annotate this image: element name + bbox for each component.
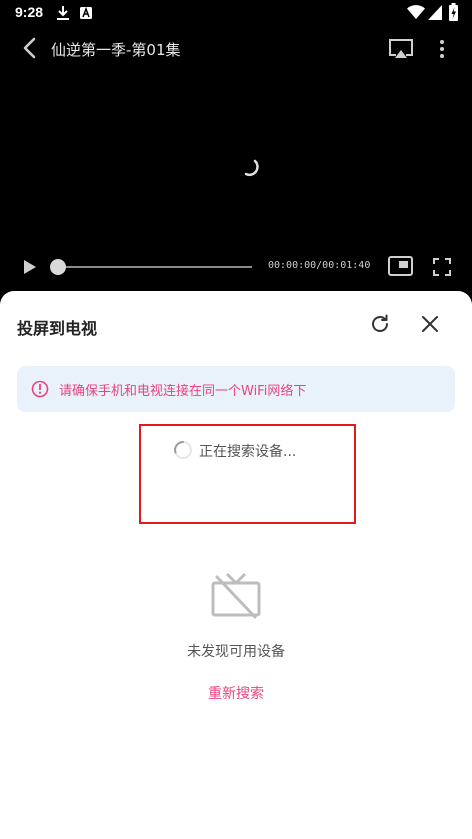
picture-in-picture-icon[interactable] (388, 255, 413, 277)
play-icon[interactable] (20, 258, 38, 276)
status-bar: 9:28 (0, 0, 472, 26)
searching-indicator: 正在搜索设备... (139, 424, 356, 524)
video-player[interactable]: 仙逆第一季-第01集 00:00:00/00:01:40 (0, 26, 472, 296)
info-icon (31, 380, 49, 398)
wifi-icon (407, 5, 425, 24)
searching-text: 正在搜索设备... (199, 444, 297, 460)
more-vertical-icon[interactable] (432, 36, 452, 62)
no-tv-icon (209, 572, 263, 620)
wifi-notice: 请确保手机和电视连接在同一个WiFi网络下 (17, 366, 455, 412)
cast-sheet: 投屏到电视 请确保手机和电视连接在同一个WiFi网络下 正在搜索设备... 未发… (0, 291, 472, 839)
download-icon (56, 5, 70, 25)
time-display: 00:00:00/00:01:40 (268, 260, 371, 271)
airplay-cast-icon[interactable] (388, 37, 414, 61)
player-title-bar: 仙逆第一季-第01集 (0, 34, 472, 64)
back-arrow-icon[interactable] (18, 36, 42, 60)
seek-bar[interactable] (58, 266, 252, 268)
player-controls: 00:00:00/00:01:40 (0, 254, 472, 280)
fullscreen-icon[interactable] (432, 257, 452, 277)
battery-charging-icon (449, 3, 458, 25)
sheet-title: 投屏到电视 (17, 319, 98, 338)
loading-spinner-icon (241, 158, 261, 178)
notice-text: 请确保手机和电视连接在同一个WiFi网络下 (59, 384, 307, 399)
searching-spinner-icon (173, 440, 193, 460)
screen: 9:28 仙逆第一季-第01集 00:00:00/00:01:40 投屏到电视 … (0, 0, 472, 839)
no-device-text: 未发现可用设备 (187, 644, 285, 660)
a-badge-icon (80, 5, 92, 24)
status-time: 9:28 (15, 4, 44, 20)
retry-search-button[interactable]: 重新搜索 (186, 683, 286, 703)
refresh-icon[interactable] (368, 312, 392, 336)
seek-thumb[interactable] (50, 259, 66, 275)
close-icon[interactable] (418, 312, 442, 336)
video-title: 仙逆第一季-第01集 (51, 41, 181, 59)
signal-icon (428, 5, 442, 24)
